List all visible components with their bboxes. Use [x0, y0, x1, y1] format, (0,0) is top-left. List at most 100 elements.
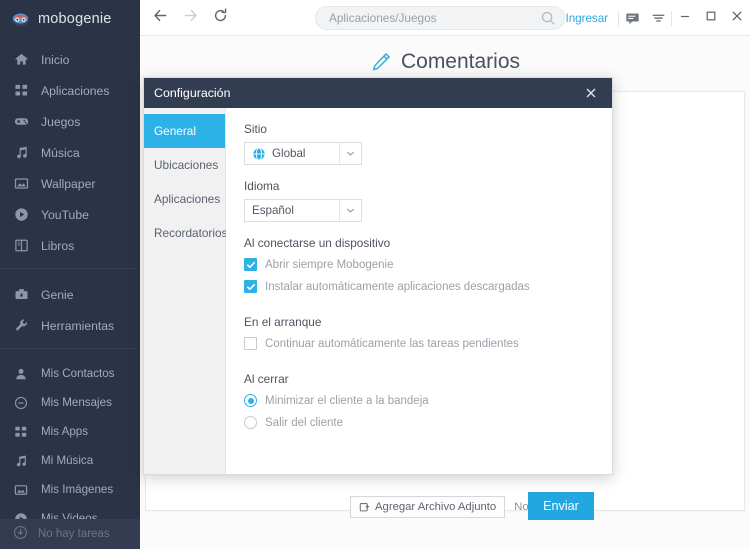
sidebar-item-wallpaper[interactable]: Wallpaper: [0, 168, 140, 199]
language-select-value: Español: [252, 204, 294, 217]
search-input[interactable]: [329, 11, 540, 25]
refresh-button[interactable]: [205, 3, 235, 33]
option-label: Minimizar el cliente a la bandeja: [265, 394, 429, 407]
sidebar-item-mis-apps[interactable]: Mis Apps: [0, 417, 140, 446]
chevron-down-icon[interactable]: [339, 200, 361, 221]
tab-recordatorios[interactable]: Recordatorios: [144, 216, 227, 250]
sidebar-item-label: Música: [41, 145, 80, 160]
chevron-down-icon[interactable]: [645, 0, 671, 36]
site-select[interactable]: Global: [244, 142, 362, 165]
page-title: Comentarios: [400, 50, 521, 73]
language-select[interactable]: Español: [244, 199, 362, 222]
music-note-icon: [13, 145, 29, 161]
sidebar-item-libros[interactable]: Libros: [0, 230, 140, 261]
option-label: Continuar automáticamente las tareas pen…: [265, 337, 519, 350]
site-select-value: Global: [272, 147, 306, 160]
refresh-icon: [212, 7, 229, 29]
sidebar-item-label: Herramientas: [41, 318, 115, 333]
language-field-label: Idioma: [244, 179, 280, 193]
option-abrir-siempre[interactable]: Abrir siempre Mobogenie: [244, 258, 594, 271]
sidebar-tools-group: Genie Herramientas: [0, 273, 140, 341]
attachment-icon: [359, 501, 371, 513]
option-label: Instalar automáticamente aplicaciones de…: [265, 280, 530, 293]
tasks-status-label: No hay tareas: [38, 528, 110, 540]
on-startup-section-title: En el arranque: [244, 315, 322, 329]
tab-ubicaciones[interactable]: Ubicaciones: [144, 148, 225, 182]
chevron-down-icon[interactable]: [339, 143, 361, 164]
option-continuar-tareas[interactable]: Continuar automáticamente las tareas pen…: [244, 337, 594, 350]
close-button[interactable]: [724, 0, 750, 36]
minimize-icon: [678, 9, 692, 28]
send-button[interactable]: Enviar: [528, 492, 594, 520]
on-close-section-title: Al cerrar: [244, 372, 289, 386]
sidebar-item-youtube[interactable]: YouTube: [0, 199, 140, 230]
sidebar-divider-2: [0, 348, 140, 349]
wrench-icon: [13, 318, 29, 334]
radio-unselected-icon[interactable]: [244, 416, 257, 429]
radio-selected-icon[interactable]: [244, 394, 257, 407]
maximize-icon: [704, 9, 718, 28]
search-icon[interactable]: [540, 10, 556, 26]
sidebar-item-label: Genie: [41, 287, 74, 302]
attach-file-button[interactable]: Agregar Archivo Adjunto: [350, 496, 506, 518]
sidebar-item-genie[interactable]: Genie: [0, 279, 140, 310]
sidebar-item-label: Juegos: [41, 114, 81, 129]
sidebar-divider-1: [0, 268, 140, 269]
tasks-status-bar[interactable]: No hay tareas: [0, 519, 140, 549]
sidebar-item-mis-contactos[interactable]: Mis Contactos: [0, 359, 140, 388]
sidebar-item-label: Mi Música: [41, 454, 94, 467]
form-actions: Agregar Archivo Adjunto No existen Envia…: [140, 492, 750, 522]
feedback-icon[interactable]: [619, 0, 645, 36]
tab-label: Ubicaciones: [154, 158, 219, 172]
sidebar: mobogenie Inicio Aplicaciones Juegos Mús…: [0, 0, 140, 549]
login-link[interactable]: Ingresar: [555, 12, 618, 25]
option-salir-cliente[interactable]: Salir del cliente: [244, 416, 594, 429]
tab-general[interactable]: General: [144, 114, 225, 148]
topbar-right-controls: Ingresar: [555, 0, 750, 36]
sidebar-item-juegos[interactable]: Juegos: [0, 106, 140, 137]
image-icon: [13, 176, 29, 192]
image-icon: [13, 482, 29, 498]
home-icon: [13, 52, 29, 68]
back-button[interactable]: [145, 3, 175, 33]
globe-icon: [252, 146, 266, 161]
sidebar-item-label: Inicio: [41, 52, 70, 67]
sidebar-item-herramientas[interactable]: Herramientas: [0, 310, 140, 341]
apps-grid-icon: [13, 83, 29, 99]
checkbox-checked-icon[interactable]: [244, 280, 257, 293]
option-label: Abrir siempre Mobogenie: [265, 258, 394, 271]
option-minimizar-bandeja[interactable]: Minimizar el cliente a la bandeja: [244, 394, 594, 407]
sidebar-item-label: YouTube: [41, 207, 89, 222]
top-toolbar: Ingresar: [140, 0, 750, 36]
dialog-tab-list: General Ubicaciones Aplicaciones Recorda…: [144, 108, 227, 474]
sidebar-item-musica[interactable]: Música: [0, 137, 140, 168]
close-icon: [730, 9, 744, 28]
arrow-right-icon: [182, 7, 199, 29]
sidebar-item-mis-imagenes[interactable]: Mis Imágenes: [0, 475, 140, 504]
checkbox-checked-icon[interactable]: [244, 258, 257, 271]
site-field-label: Sitio: [244, 122, 267, 136]
sidebar-item-mi-musica[interactable]: Mi Música: [0, 446, 140, 475]
attach-file-label: Agregar Archivo Adjunto: [375, 501, 497, 513]
minimize-button[interactable]: [672, 0, 698, 36]
brand: mobogenie: [0, 0, 140, 38]
tab-aplicaciones[interactable]: Aplicaciones: [144, 182, 225, 216]
dialog-close-button[interactable]: [580, 82, 602, 104]
sidebar-item-inicio[interactable]: Inicio: [0, 44, 140, 75]
option-instalar-automaticamente[interactable]: Instalar automáticamente aplicaciones de…: [244, 280, 594, 293]
sidebar-item-aplicaciones[interactable]: Aplicaciones: [0, 75, 140, 106]
sidebar-item-mis-mensajes[interactable]: Mis Mensajes: [0, 388, 140, 417]
checkbox-unchecked-icon[interactable]: [244, 337, 257, 350]
language-select-value-wrap: Español: [245, 204, 339, 217]
brand-name: mobogenie: [38, 11, 112, 27]
dialog-titlebar: Configuración: [144, 78, 612, 108]
forward-button[interactable]: [175, 3, 205, 33]
maximize-button[interactable]: [698, 0, 724, 36]
page-header: Comentarios: [140, 36, 750, 74]
sidebar-item-label: Mis Mensajes: [41, 396, 112, 409]
tab-label: Aplicaciones: [154, 192, 221, 206]
search-bar[interactable]: [315, 6, 565, 30]
apps-grid-icon: [13, 424, 29, 440]
